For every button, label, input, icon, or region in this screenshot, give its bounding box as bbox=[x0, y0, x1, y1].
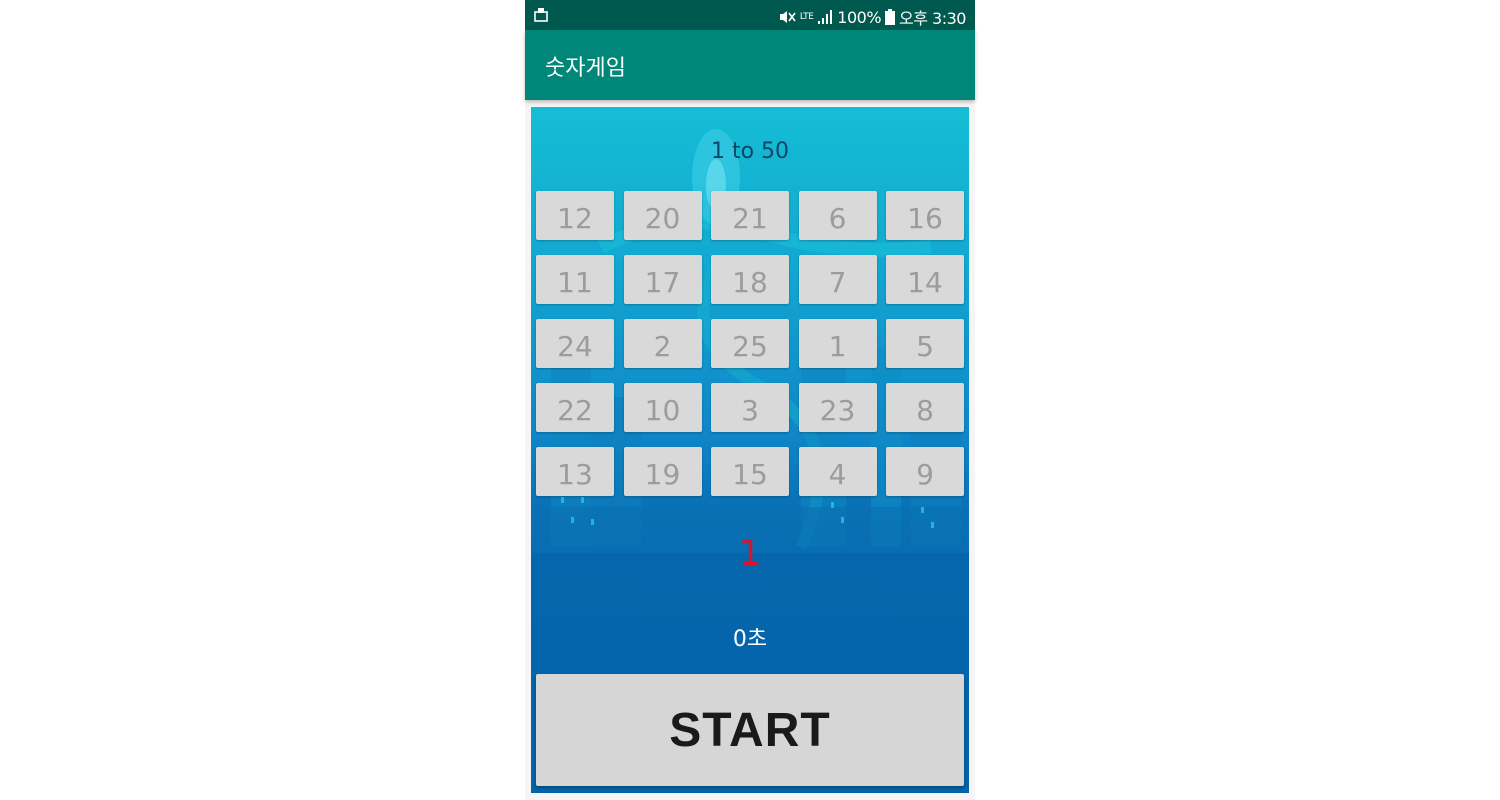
app-bar: 숫자게임 bbox=[525, 30, 975, 100]
number-tile[interactable]: 13 bbox=[536, 447, 614, 496]
battery-icon bbox=[885, 9, 896, 25]
number-tile[interactable]: 23 bbox=[798, 383, 877, 432]
notification-icon bbox=[534, 8, 548, 22]
number-tile[interactable]: 6 bbox=[798, 191, 877, 240]
number-tile[interactable]: 14 bbox=[886, 255, 964, 304]
start-button[interactable]: START bbox=[536, 674, 964, 786]
number-tile[interactable]: 11 bbox=[536, 255, 614, 304]
game-board: 1 to 50 12 20 21 6 16 11 17 18 7 14 24 2… bbox=[531, 107, 969, 793]
number-grid: 12 20 21 6 16 11 17 18 7 14 24 2 25 1 5 … bbox=[536, 191, 964, 496]
elapsed-timer: 0초 bbox=[732, 627, 768, 652]
number-tile[interactable]: 5 bbox=[886, 319, 964, 368]
next-number-indicator: 1 bbox=[738, 533, 762, 574]
number-tile[interactable]: 12 bbox=[536, 191, 614, 240]
battery-percent: 100% bbox=[837, 7, 882, 27]
number-tile[interactable]: 17 bbox=[623, 255, 702, 304]
number-tile[interactable]: 4 bbox=[798, 447, 877, 496]
number-tile[interactable]: 20 bbox=[623, 191, 702, 240]
number-tile[interactable]: 21 bbox=[711, 191, 789, 240]
phone-screen: LTE 100% 오후 3:30 숫자게임 1 to 50 12 20 21 6… bbox=[525, 0, 975, 800]
number-tile[interactable]: 1 bbox=[798, 319, 877, 368]
number-tile[interactable]: 19 bbox=[623, 447, 702, 496]
number-tile[interactable]: 10 bbox=[623, 383, 702, 432]
status-bar: LTE 100% 오후 3:30 bbox=[525, 0, 975, 30]
number-tile[interactable]: 3 bbox=[711, 383, 789, 432]
signal-icon bbox=[818, 10, 833, 24]
number-tile[interactable]: 24 bbox=[536, 319, 614, 368]
number-tile[interactable]: 16 bbox=[886, 191, 964, 240]
clock: 오후 3:30 bbox=[899, 9, 966, 28]
app-title: 숫자게임 bbox=[545, 56, 626, 81]
network-type-label: LTE bbox=[799, 12, 814, 22]
status-icons: LTE 100% 오후 3:30 bbox=[778, 5, 966, 29]
number-tile[interactable]: 7 bbox=[798, 255, 877, 304]
number-tile[interactable]: 9 bbox=[886, 447, 964, 496]
number-tile[interactable]: 18 bbox=[711, 255, 789, 304]
number-tile[interactable]: 25 bbox=[711, 319, 789, 368]
game-heading: 1 to 50 bbox=[710, 139, 790, 164]
mute-icon bbox=[779, 11, 796, 23]
number-tile[interactable]: 2 bbox=[623, 319, 702, 368]
number-tile[interactable]: 22 bbox=[536, 383, 614, 432]
number-tile[interactable]: 8 bbox=[886, 383, 964, 432]
number-tile[interactable]: 15 bbox=[711, 447, 789, 496]
